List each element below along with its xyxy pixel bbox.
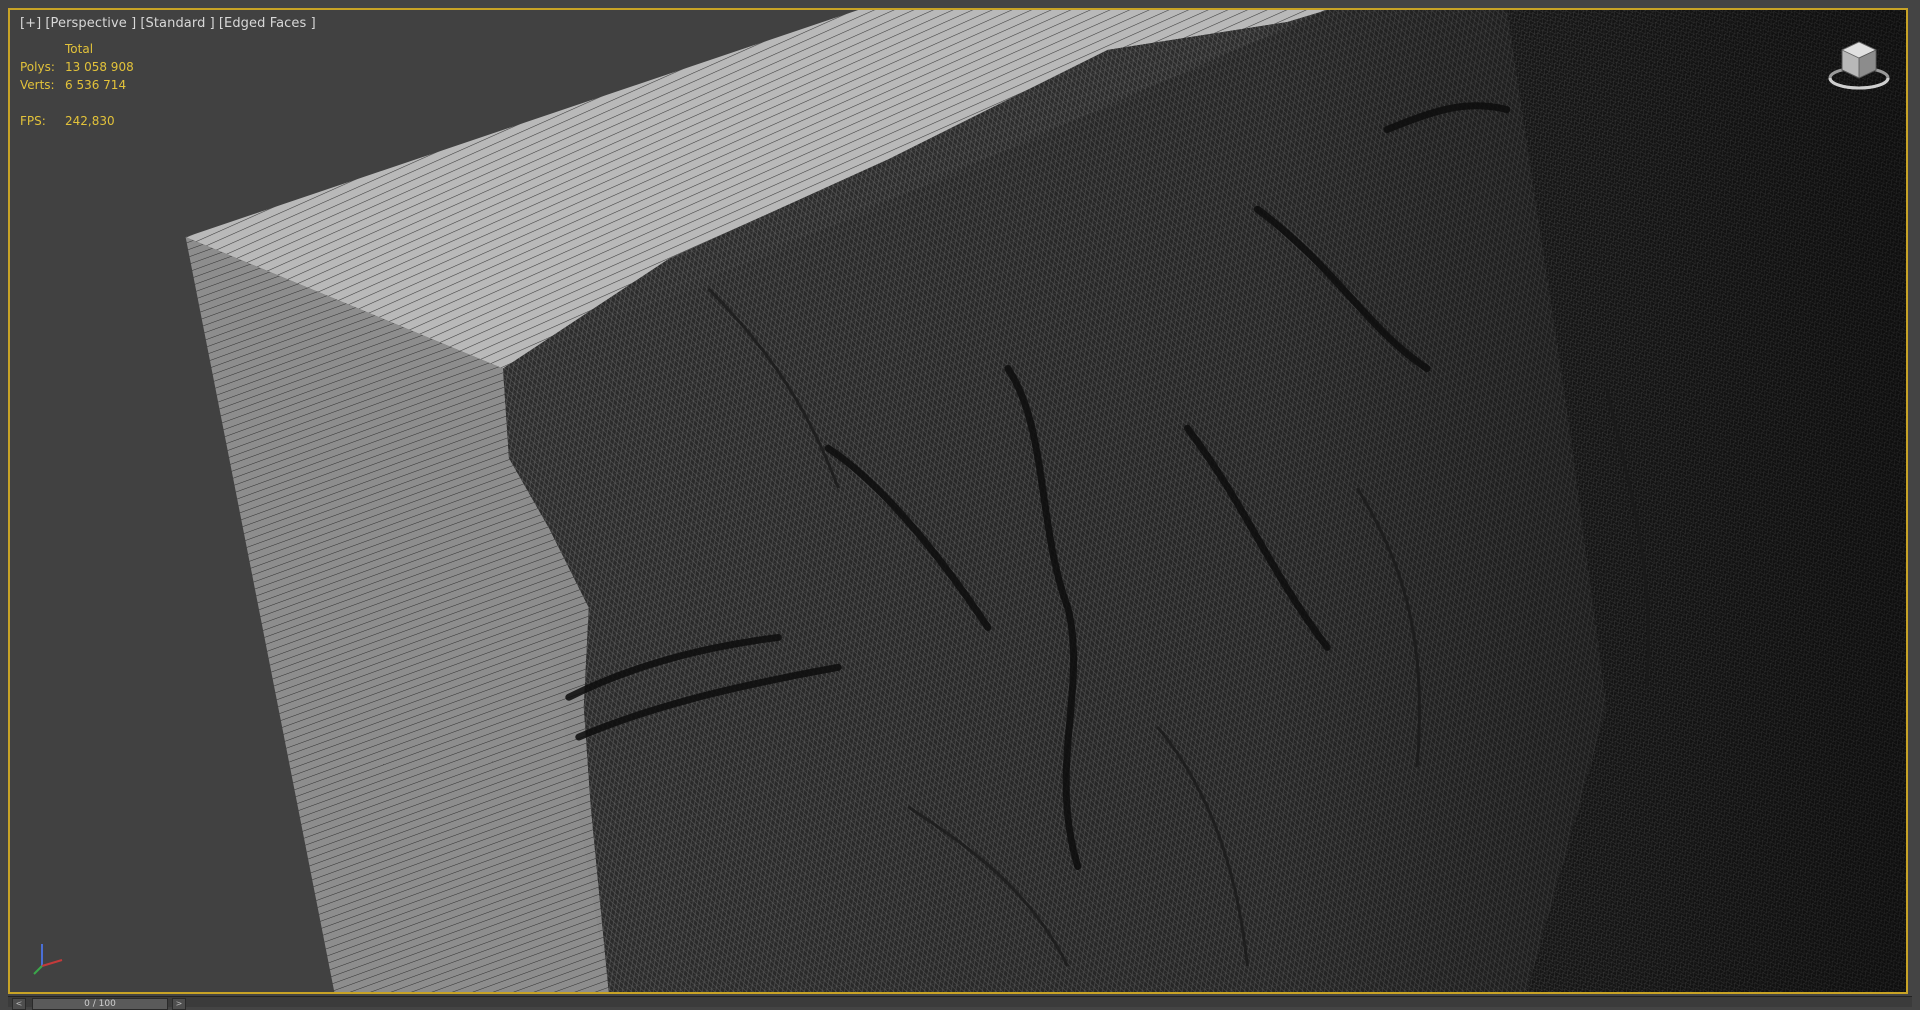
time-next-button[interactable]: > (172, 998, 186, 1010)
viewport-plus-menu[interactable]: [+] (20, 16, 41, 31)
fps-label: FPS: (20, 114, 46, 128)
scene-statistics: Total Polys: 13 058 908 Verts: 6 536 714… (20, 40, 134, 130)
axis-tripod-icon (33, 944, 63, 975)
viewport-label-menu: [+] [Perspective ] [Standard ] [Edged Faces… (20, 16, 320, 31)
verts-label: Verts: (20, 78, 55, 92)
polys-value: 13 058 908 (65, 60, 134, 74)
polys-label: Polys: (20, 60, 55, 74)
viewport-shading-menu[interactable]: [Edged Faces ] (219, 16, 316, 31)
stats-polys-row: Polys: 13 058 908 (20, 58, 134, 76)
stats-header: Total (65, 42, 94, 56)
stats-fps-row: FPS: 242,830 (20, 112, 134, 130)
time-slider[interactable]: 0 / 100 (32, 998, 168, 1010)
stats-verts-row: Verts: 6 536 714 (20, 76, 134, 94)
time-slider-bar: < 0 / 100 > (8, 996, 1912, 1010)
perspective-viewport[interactable]: [+] [Perspective ] [Standard ] [Edged Faces… (8, 8, 1908, 994)
time-prev-button[interactable]: < (12, 998, 26, 1010)
mesh-scene[interactable] (10, 10, 1906, 992)
viewport-view-menu[interactable]: [Perspective ] (45, 16, 136, 31)
fps-value: 242,830 (65, 114, 115, 128)
viewport-standard-menu[interactable]: [Standard ] (140, 16, 215, 31)
viewcube-icon[interactable] (1826, 34, 1892, 96)
verts-value: 6 536 714 (65, 78, 127, 92)
